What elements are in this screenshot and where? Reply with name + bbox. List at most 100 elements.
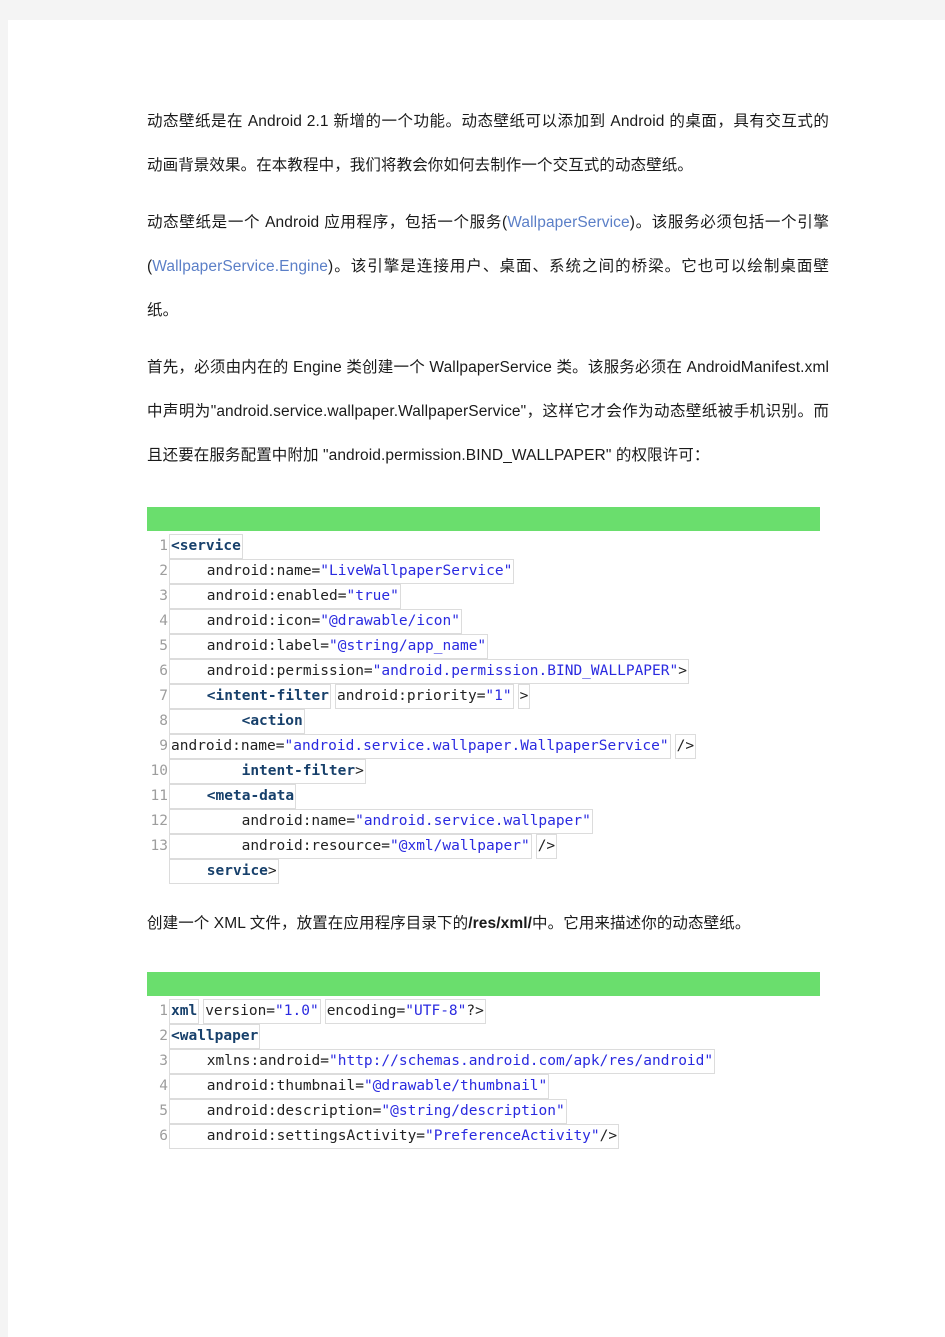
code-token-tag: <service (171, 538, 241, 554)
line-number: 3 (159, 1053, 168, 1069)
spacer-after-code-block-1 (147, 884, 829, 902)
code-token-str: "1.0" (275, 1003, 319, 1019)
code-cells: android:name="android.service.wallpaper" (169, 809, 593, 834)
line-number: 5 (159, 638, 168, 654)
code-cell[interactable]: android:name="android.service.wallpaper.… (169, 734, 671, 759)
code-line: 10 intent-filter> (147, 759, 820, 784)
code-cell[interactable]: xml (169, 999, 200, 1024)
line-number: 5 (159, 1103, 168, 1119)
code-cell[interactable]: android:settingsActivity="PreferenceActi… (169, 1124, 620, 1149)
code-token-attr: android:enabled= (206, 588, 347, 604)
paragraph-4: 创建一个 XML 文件，放置在应用程序目录下的/res/xml/中。它用来描述你… (147, 902, 829, 946)
code-cells: android:name="android.service.wallpaper.… (169, 734, 697, 759)
text-run: 动态壁纸是在 Android 2.1 新增的一个功能。动态壁纸可以添加到 And… (147, 113, 829, 174)
code-line: 5 android:description="@string/descriptio… (147, 1099, 820, 1124)
line-number: 4 (159, 1078, 168, 1094)
code-token-attr: version= (205, 1003, 276, 1019)
inline-path: /res/xml/ (468, 915, 533, 932)
code-toolbar[interactable] (147, 972, 820, 996)
line-number (147, 859, 169, 884)
code-token-punct: > (355, 763, 364, 779)
code-token-str: "PreferenceActivity" (425, 1128, 600, 1144)
code-lines: 1 <service 2 android:name="LiveWallpaperSer… (147, 531, 820, 884)
line-number: 9 (159, 738, 168, 754)
line-number: 10 (150, 763, 168, 779)
code-cell[interactable]: xmlns:android="http://schemas.android.co… (169, 1049, 716, 1074)
code-token-punct: /> (537, 838, 556, 854)
code-token-str: "@string/description" (381, 1103, 565, 1119)
code-cell[interactable]: version="1.0" (203, 999, 321, 1024)
code-token-punct: > (519, 688, 529, 704)
code-line: 7 <intent-filter android:priority="1" > (147, 684, 820, 709)
code-token-str: "android.service.wallpaper" (355, 813, 591, 829)
code-line: 12 android:name="android.service.wallpape… (147, 809, 820, 834)
code-line: 8 <action (147, 709, 820, 734)
code-line: 1 xml version="1.0" encoding="UTF-8"?> (147, 999, 820, 1024)
document-content: 动态壁纸是在 Android 2.1 新增的一个功能。动态壁纸可以添加到 And… (147, 100, 829, 1149)
code-token-punct: > (267, 863, 277, 879)
code-cell[interactable]: android:enabled="true" (169, 584, 401, 609)
code-cell[interactable]: <action (169, 709, 305, 734)
code-cell[interactable]: android:name="android.service.wallpaper" (169, 809, 593, 834)
code-cells: android:settingsActivity="PreferenceActi… (169, 1124, 620, 1149)
code-token-str: "true" (346, 588, 399, 604)
code-line: 3 android:enabled="true" (147, 584, 820, 609)
code-cell[interactable]: > (517, 684, 531, 709)
code-token-str: "@drawable/thumbnail" (363, 1078, 548, 1094)
code-cell[interactable]: /> (535, 834, 558, 859)
paragraph-3: 首先，必须由内在的 Engine 类创建一个 WallpaperService … (147, 346, 829, 478)
code-token-attr: android:settingsActivity= (206, 1128, 426, 1144)
code-token-punct: > (678, 663, 687, 679)
code-cell[interactable]: android:priority="1" (335, 684, 514, 709)
line-number: 4 (159, 613, 168, 629)
code-token-tag: xml (171, 1003, 198, 1019)
code-token-str: "android.permission.BIND_WALLPAPER" (372, 663, 679, 679)
code-line: 3 xmlns:android="http://schemas.android.c… (147, 1049, 820, 1074)
code-cell[interactable]: android:resource="@xml/wallpaper" (169, 834, 532, 859)
code-cell[interactable]: android:icon="@drawable/icon" (169, 609, 462, 634)
code-cell[interactable]: encoding="UTF-8"?> (324, 999, 486, 1024)
code-token-tag: <meta-data (206, 788, 295, 804)
paragraph-2: 动态壁纸是一个 Android 应用程序，包括一个服务(WallpaperSer… (147, 201, 829, 333)
code-cell[interactable]: intent-filter> (169, 759, 366, 784)
code-cells: android:icon="@drawable/icon" (169, 609, 462, 634)
code-cells: <intent-filter android:priority="1" > (169, 684, 531, 709)
code-token-str: "http://schemas.android.com/apk/res/andr… (329, 1053, 714, 1069)
code-line: 9 android:name="android.service.wallpaper… (147, 734, 820, 759)
code-block-wallpaper-xml: 1 xml version="1.0" encoding="UTF-8"?> 2 <wal… (147, 972, 820, 1149)
text-run: 创建一个 XML 文件，放置在应用程序目录下的 (147, 915, 469, 932)
line-number: 12 (150, 813, 168, 829)
code-cells: android:label="@string/app_name" (169, 634, 489, 659)
code-line: 2 android:name="LiveWallpaperService" (147, 559, 820, 584)
text-run: 首先，必须由内在的 Engine 类创建一个 WallpaperService … (147, 359, 829, 464)
code-token-tag: intent-filter (241, 763, 356, 779)
code-cells: <service (169, 534, 243, 559)
code-token-str: "LiveWallpaperService" (320, 563, 513, 579)
code-cell[interactable]: /> (674, 734, 697, 759)
code-cell[interactable]: <intent-filter (169, 684, 332, 709)
code-cell[interactable]: android:permission="android.permission.B… (169, 659, 689, 684)
code-toolbar[interactable] (147, 507, 820, 531)
code-cell[interactable]: android:thumbnail="@drawable/thumbnail" (169, 1074, 550, 1099)
code-cell[interactable]: <service (169, 534, 243, 559)
code-line: 5 android:label="@string/app_name" (147, 634, 820, 659)
code-cells: xml version="1.0" encoding="UTF-8"?> (169, 999, 486, 1024)
code-line: service> (147, 859, 820, 884)
code-cell[interactable]: service> (169, 859, 279, 884)
code-line: 6 android:settingsActivity="PreferenceAct… (147, 1124, 820, 1149)
line-number: 11 (150, 788, 168, 804)
code-cell[interactable]: <wallpaper (169, 1024, 261, 1049)
line-number: 1 (159, 1003, 168, 1019)
code-cell[interactable]: android:label="@string/app_name" (169, 634, 489, 659)
code-cell[interactable]: android:name="LiveWallpaperService" (169, 559, 515, 584)
code-cell[interactable]: <meta-data (169, 784, 297, 809)
code-cells: android:thumbnail="@drawable/thumbnail" (169, 1074, 550, 1099)
code-cells: android:name="LiveWallpaperService" (169, 559, 515, 584)
code-cells: android:permission="android.permission.B… (169, 659, 689, 684)
inline-code-reference: WallpaperService (507, 214, 630, 231)
code-line: 2 <wallpaper (147, 1024, 820, 1049)
code-line: 4 android:icon="@drawable/icon" (147, 609, 820, 634)
code-cells: service> (169, 859, 279, 884)
code-cell[interactable]: android:description="@string/description… (169, 1099, 567, 1124)
code-token-tag: <wallpaper (171, 1028, 259, 1044)
